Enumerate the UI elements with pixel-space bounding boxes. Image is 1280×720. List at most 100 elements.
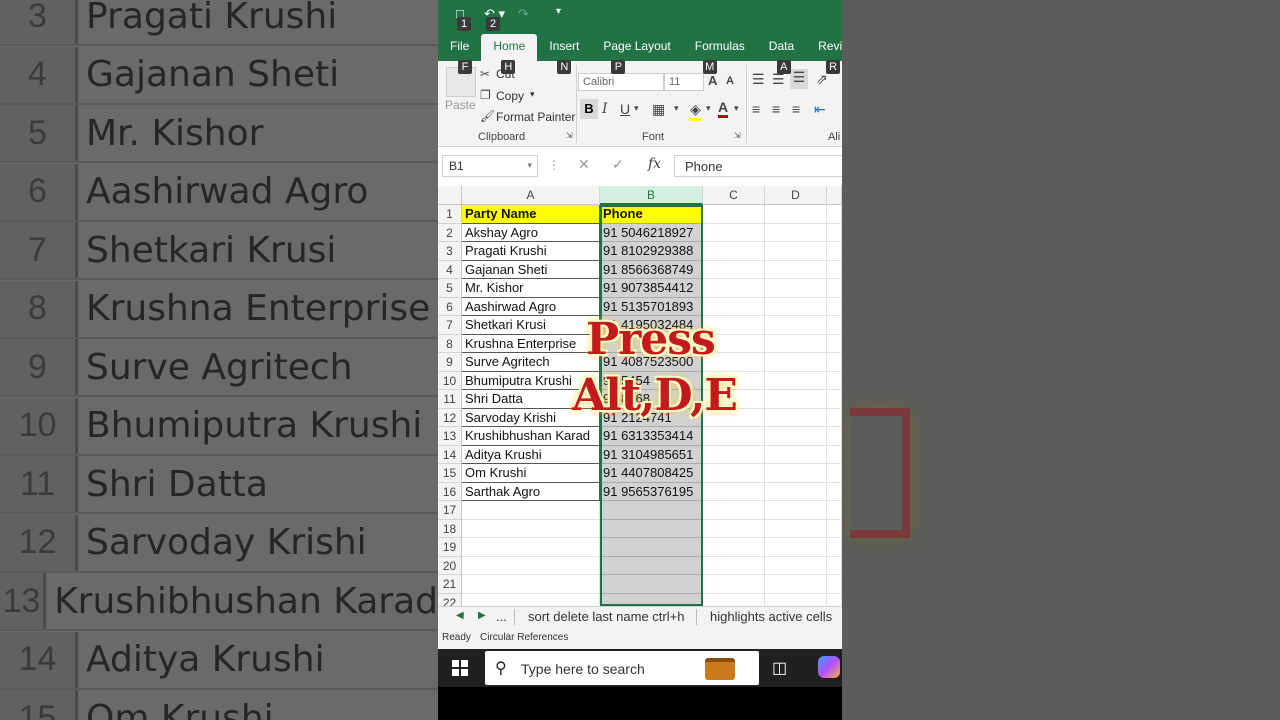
status-circular-references[interactable]: Circular References <box>480 632 568 643</box>
column-header-a[interactable]: A <box>462 186 600 205</box>
align-bottom-icon[interactable]: ☰ <box>790 69 808 89</box>
empty-cell[interactable] <box>765 482 827 501</box>
cell-phone[interactable]: 91 8102929388 <box>600 242 703 261</box>
empty-cell[interactable] <box>765 297 827 316</box>
empty-cell[interactable] <box>765 279 827 298</box>
briefcase-icon[interactable] <box>705 658 735 680</box>
empty-cell[interactable] <box>703 205 765 224</box>
empty-cell[interactable] <box>765 427 827 446</box>
copilot-icon[interactable] <box>818 656 840 678</box>
row-header[interactable]: 18 <box>438 519 462 538</box>
empty-cell[interactable] <box>827 205 842 224</box>
prev-sheet-icon[interactable]: ◀ <box>456 610 464 621</box>
cell-party-name[interactable]: Aashirwad Agro <box>462 297 600 316</box>
column-header-b[interactable]: B <box>600 186 703 205</box>
next-sheet-icon[interactable]: ▶ <box>478 610 486 621</box>
row-header[interactable]: 7 <box>438 316 462 335</box>
cell-phone[interactable] <box>600 575 703 594</box>
cell-b-header[interactable]: Phone <box>600 205 703 224</box>
align-top-icon[interactable]: ☰ <box>752 71 765 88</box>
font-color-icon[interactable]: A <box>718 99 729 118</box>
empty-cell[interactable] <box>827 371 842 390</box>
cell-party-name[interactable] <box>462 575 600 594</box>
empty-cell[interactable] <box>765 519 827 538</box>
row-header[interactable]: 3 <box>438 242 462 261</box>
empty-cell[interactable] <box>827 501 842 520</box>
start-icon[interactable] <box>452 660 468 676</box>
taskbar-search-box[interactable]: ⚲ Type here to search <box>485 651 759 685</box>
empty-cell[interactable] <box>765 316 827 335</box>
cell-phone[interactable]: 91 2124741 <box>600 408 703 427</box>
column-header-c[interactable]: C <box>703 186 765 205</box>
font-launcher-icon[interactable]: ⇲ <box>734 131 741 140</box>
underline-dropdown-icon[interactable]: ▾ <box>634 103 639 114</box>
cell-phone[interactable] <box>600 334 703 353</box>
empty-cell[interactable] <box>827 316 842 335</box>
tab-formulas[interactable]: Formulas M <box>683 34 757 74</box>
row-header[interactable]: 20 <box>438 556 462 575</box>
cell-phone[interactable]: 91 6313353414 <box>600 427 703 446</box>
empty-cell[interactable] <box>765 575 827 594</box>
empty-cell[interactable] <box>703 279 765 298</box>
format-painter-button[interactable]: Format Painter <box>496 110 575 124</box>
empty-cell[interactable] <box>765 445 827 464</box>
row-header[interactable]: 13 <box>438 427 462 446</box>
empty-cell[interactable] <box>703 390 765 409</box>
decrease-font-icon[interactable]: A <box>726 75 734 87</box>
tab-revi[interactable]: Revi R <box>806 34 842 74</box>
empty-cell[interactable] <box>765 242 827 261</box>
sheet-tab-highlights[interactable]: highlights active cells <box>710 609 832 624</box>
row-header[interactable]: 17 <box>438 501 462 520</box>
row-header[interactable]: 15 <box>438 464 462 483</box>
empty-cell[interactable] <box>703 538 765 557</box>
empty-cell[interactable] <box>827 538 842 557</box>
clipboard-launcher-icon[interactable]: ⇲ <box>566 131 573 140</box>
cell-party-name[interactable]: Aditya Krushi <box>462 445 600 464</box>
cell-phone[interactable]: 91 5135701893 <box>600 297 703 316</box>
empty-cell[interactable] <box>703 297 765 316</box>
empty-cell[interactable] <box>703 482 765 501</box>
empty-cell[interactable] <box>765 334 827 353</box>
cell-phone[interactable] <box>600 556 703 575</box>
tab-data[interactable]: Data A <box>757 34 806 74</box>
empty-cell[interactable] <box>827 223 842 242</box>
cell-party-name[interactable]: Shri Datta <box>462 390 600 409</box>
empty-cell[interactable] <box>827 408 842 427</box>
enter-icon[interactable]: ✓ <box>612 156 624 173</box>
underline-button[interactable]: U <box>620 101 630 117</box>
align-center-icon[interactable]: ≡ <box>772 101 780 117</box>
empty-cell[interactable] <box>827 353 842 372</box>
empty-cell[interactable] <box>827 575 842 594</box>
cell-phone[interactable]: 91 9565376195 <box>600 482 703 501</box>
cell-party-name[interactable]: Sarvoday Krishi <box>462 408 600 427</box>
empty-cell[interactable] <box>765 464 827 483</box>
cell-party-name[interactable] <box>462 538 600 557</box>
empty-cell[interactable] <box>827 297 842 316</box>
more-sheets-button[interactable]: ... <box>496 609 507 624</box>
formula-input[interactable]: Phone <box>674 155 842 177</box>
empty-cell[interactable] <box>703 242 765 261</box>
empty-cell[interactable] <box>827 242 842 261</box>
empty-cell[interactable] <box>765 408 827 427</box>
row-header[interactable]: 11 <box>438 390 462 409</box>
copy-button[interactable]: Copy <box>496 89 524 103</box>
increase-font-icon[interactable]: A <box>708 73 717 88</box>
empty-cell[interactable] <box>827 464 842 483</box>
empty-cell[interactable] <box>765 223 827 242</box>
empty-cell[interactable] <box>827 390 842 409</box>
empty-cell[interactable] <box>703 427 765 446</box>
bold-button[interactable]: B <box>580 99 598 119</box>
empty-cell[interactable] <box>827 260 842 279</box>
name-box-dropdown-icon[interactable]: ▾ <box>527 160 532 171</box>
row-header[interactable]: 5 <box>438 279 462 298</box>
cell-party-name[interactable]: Pragati Krushi <box>462 242 600 261</box>
empty-cell[interactable] <box>703 316 765 335</box>
borders-dropdown-icon[interactable]: ▾ <box>674 103 679 114</box>
row-header[interactable]: 1 <box>438 205 462 224</box>
row-header[interactable]: 4 <box>438 260 462 279</box>
italic-button[interactable]: I <box>602 101 608 117</box>
cell-party-name[interactable]: Surve Agritech <box>462 353 600 372</box>
cell-party-name[interactable]: Gajanan Sheti <box>462 260 600 279</box>
cell-party-name[interactable]: Krushibhushan Karad <box>462 427 600 446</box>
borders-icon[interactable]: ▦ <box>652 101 665 118</box>
